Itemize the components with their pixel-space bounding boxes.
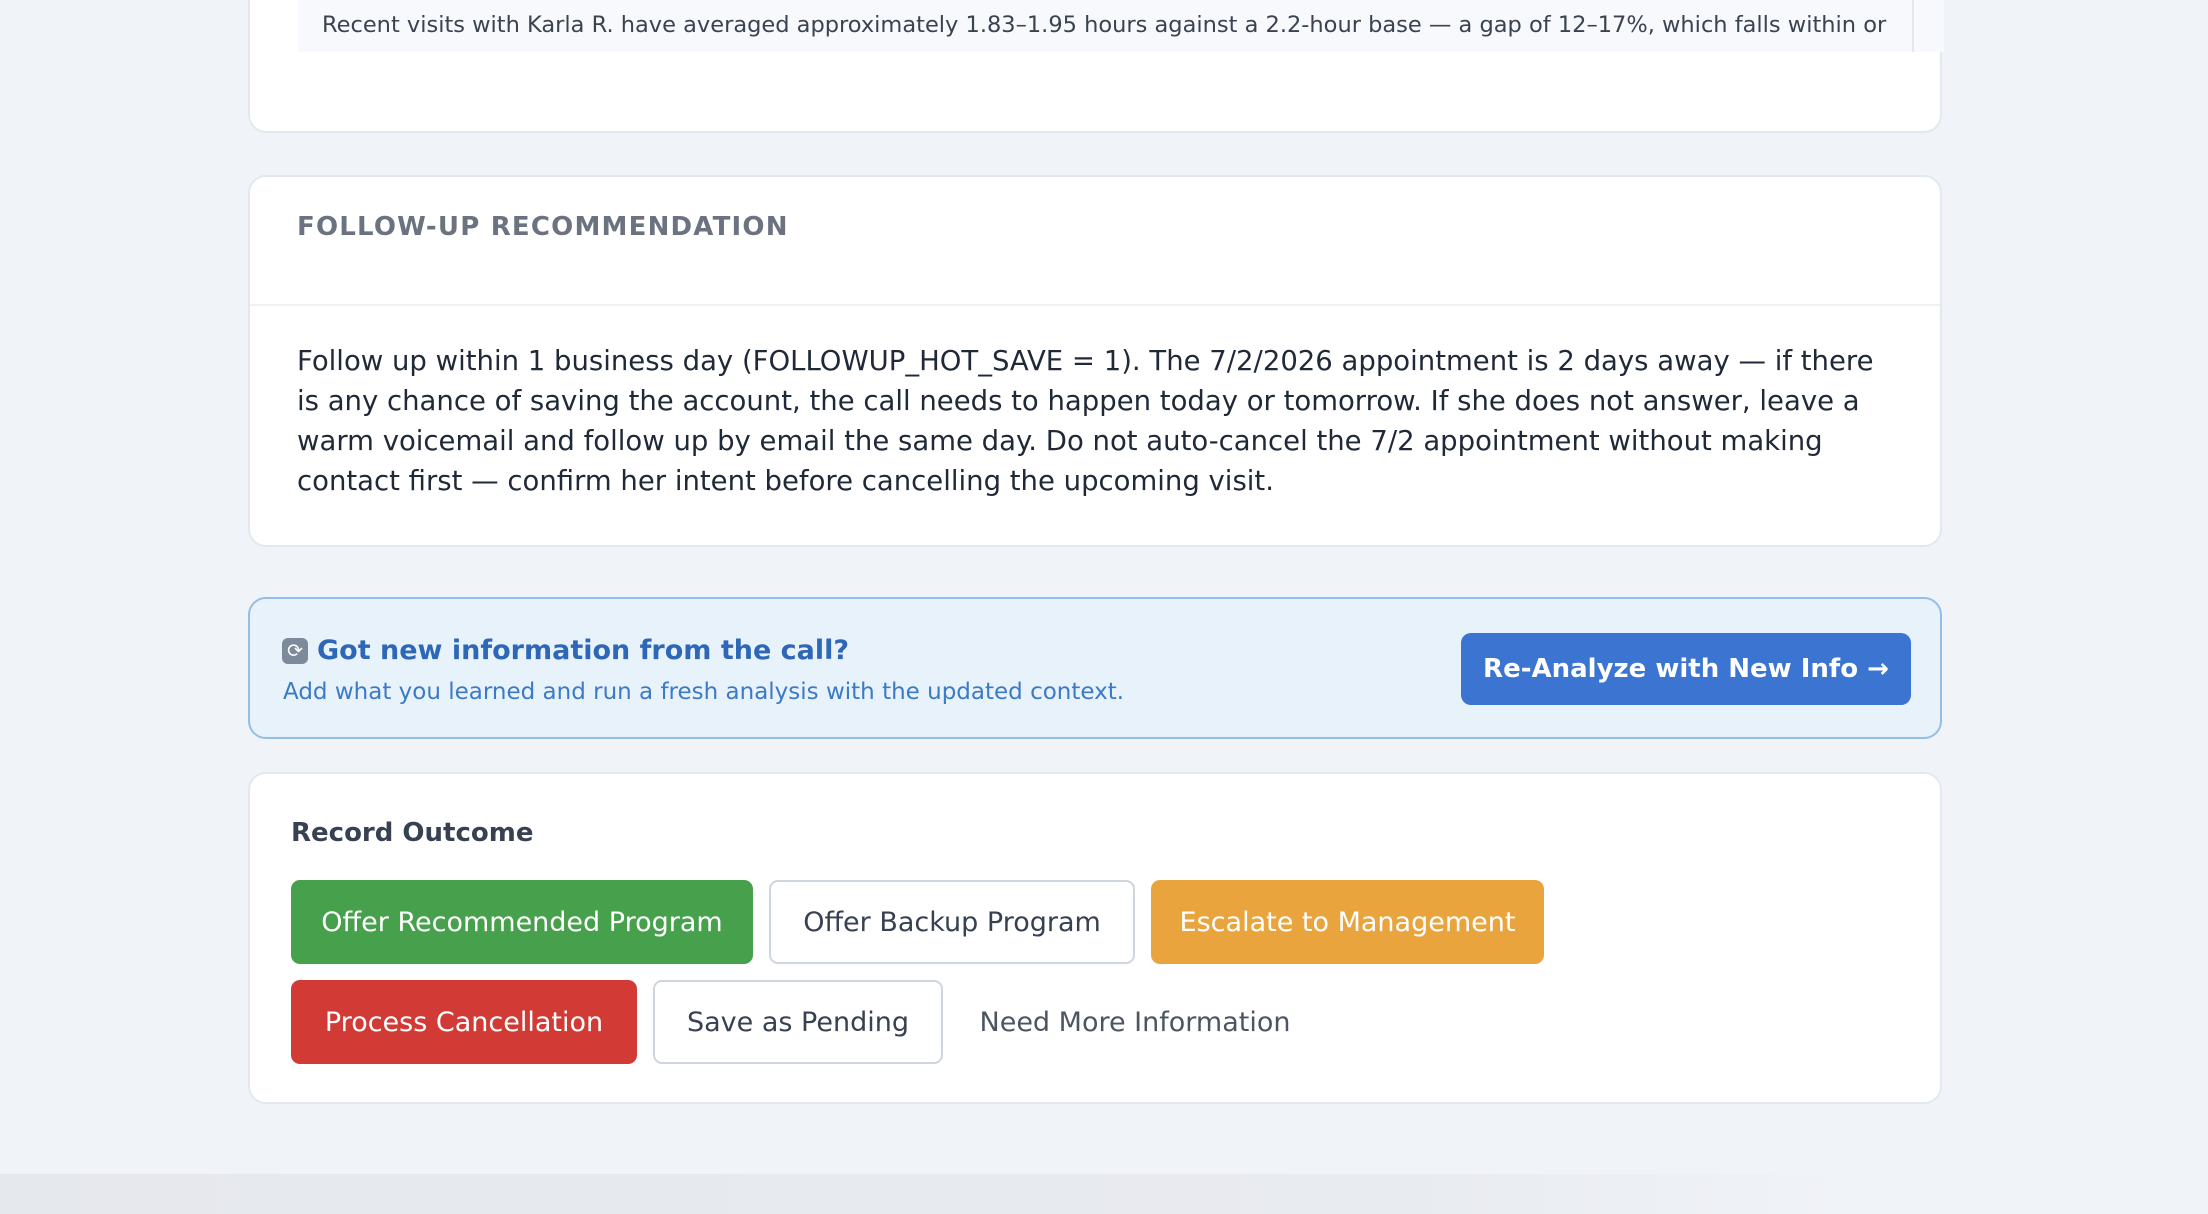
followup-card: FOLLOW-UP RECOMMENDATION Follow up withi…	[248, 175, 1942, 547]
need-more-information-button[interactable]: Need More Information	[959, 980, 1311, 1064]
reanalyze-banner: ⟳ Got new information from the call? Add…	[248, 597, 1942, 739]
analysis-card: Recent visits with Karla R. have average…	[248, 0, 1944, 133]
record-outcome-card: Record Outcome Offer Recommended Program…	[248, 772, 1942, 1104]
reanalyze-button[interactable]: Re-Analyze with New Info →	[1461, 633, 1911, 705]
offer-recommended-program-button[interactable]: Offer Recommended Program	[291, 880, 753, 964]
bottom-shadow	[0, 1174, 1850, 1214]
reanalyze-subtitle: Add what you learned and run a fresh ana…	[283, 679, 1125, 705]
reanalyze-title: Got new information from the call?	[317, 635, 850, 666]
followup-body: Follow up within 1 business day (FOLLOWU…	[297, 345, 1874, 497]
refresh-icon: ⟳	[282, 638, 308, 664]
process-cancellation-button[interactable]: Process Cancellation	[291, 980, 637, 1064]
followup-title: FOLLOW-UP RECOMMENDATION	[297, 212, 789, 242]
save-as-pending-button[interactable]: Save as Pending	[653, 980, 943, 1064]
escalate-to-management-button[interactable]: Escalate to Management	[1151, 880, 1544, 964]
analysis-text: Recent visits with Karla R. have average…	[298, 0, 1944, 52]
analysis-scrollbar[interactable]	[1912, 0, 1942, 52]
record-outcome-title: Record Outcome	[291, 818, 534, 848]
followup-header: FOLLOW-UP RECOMMENDATION	[250, 177, 1940, 306]
offer-backup-program-button[interactable]: Offer Backup Program	[769, 880, 1135, 964]
